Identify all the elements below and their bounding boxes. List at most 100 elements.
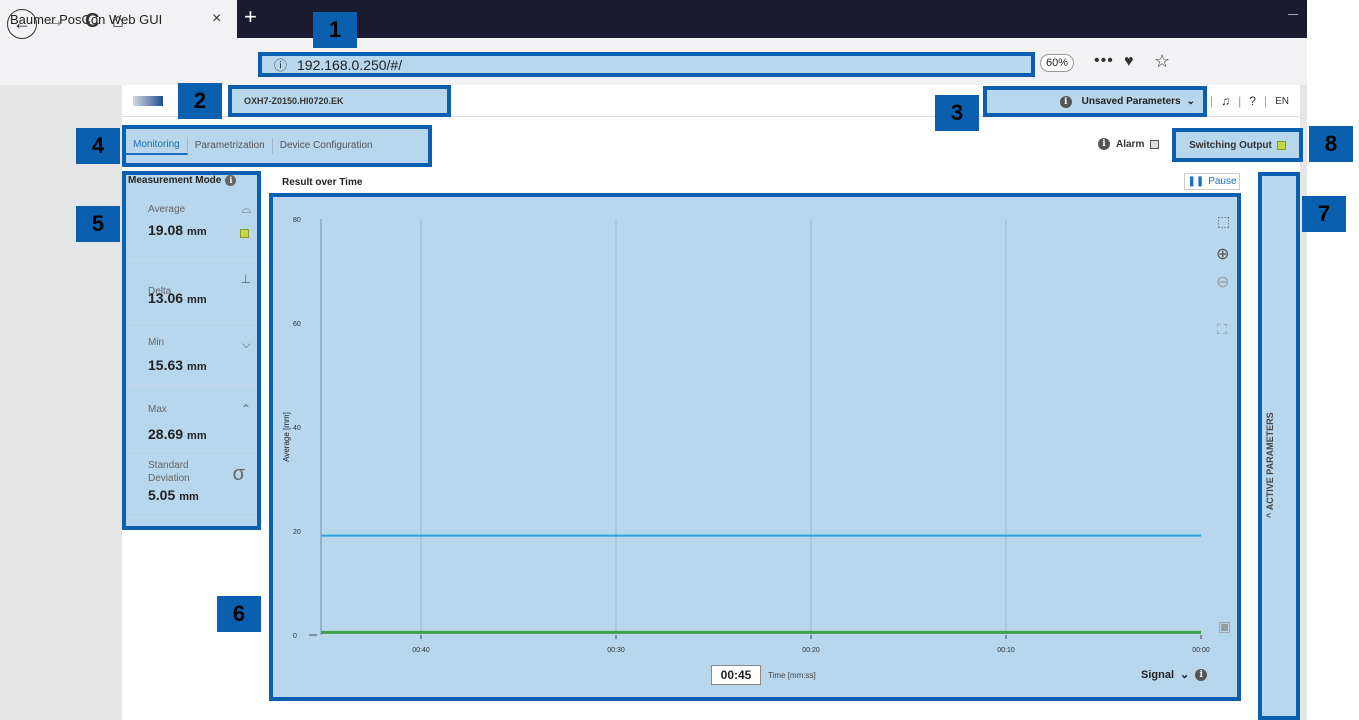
measurement-unit: mm: [187, 430, 207, 442]
x-tick-label: 00:20: [802, 647, 820, 654]
reload-icon[interactable]: C: [85, 10, 99, 33]
callout-badge: 2: [178, 83, 222, 119]
callout-badge: 8: [1309, 126, 1353, 162]
info-icon[interactable]: i: [1195, 668, 1208, 681]
sigma-icon: σ: [232, 463, 245, 485]
x-tick-label: 00:40: [412, 647, 430, 654]
switching-output-indicator: Switching Output: [1172, 128, 1303, 162]
help-icon[interactable]: ?: [1249, 94, 1256, 108]
home-icon[interactable]: ⌂: [112, 10, 124, 33]
chevron-down-icon: ⌄: [1186, 96, 1195, 107]
x-tick-label: 00:30: [607, 647, 625, 654]
back-icon[interactable]: ←: [7, 9, 37, 39]
measurement-label: Max: [148, 404, 167, 415]
callout-badge: 4: [76, 128, 120, 164]
callout-badge: 3: [935, 95, 979, 131]
alarm-indicator: i Alarm: [1098, 138, 1160, 150]
y-tick-label: 60: [293, 321, 301, 328]
pause-label: Pause: [1208, 176, 1237, 187]
chevron-down-icon: ⌄: [1180, 669, 1190, 681]
alarm-status-box: [1150, 139, 1160, 149]
callout-badge: 7: [1302, 196, 1346, 232]
forward-icon[interactable]: →: [45, 10, 65, 33]
measurement-label: Standard Deviation: [148, 460, 190, 484]
page-margin-left: [0, 85, 122, 720]
info-icon: i: [1059, 95, 1072, 108]
alarm-label: Alarm: [1116, 138, 1145, 150]
measurement-value: 13.06: [148, 290, 184, 306]
unsaved-parameters-label: Unsaved Parameters: [1081, 96, 1181, 107]
device-name: OXH7-Z0150.HI0720.EK: [228, 85, 451, 117]
y-tick-label: 80: [293, 217, 301, 224]
bookmark-star-icon[interactable]: ☆: [1154, 51, 1170, 72]
tab-parametrization[interactable]: Parametrization: [188, 138, 273, 154]
language-selector[interactable]: EN: [1275, 96, 1289, 107]
box-zoom-icon[interactable]: ⬚: [1217, 213, 1230, 230]
signal-label: Signal: [1141, 668, 1175, 681]
measurement-unit: mm: [187, 294, 207, 306]
time-axis-label: Time [mm:ss]: [768, 671, 816, 680]
measurement-min[interactable]: Min ⌵ 15.63 mm: [128, 322, 257, 385]
zoom-out-icon[interactable]: ⊖: [1216, 272, 1229, 292]
tab-monitoring[interactable]: Monitoring: [126, 137, 188, 155]
x-tick-label: 00:00: [1192, 647, 1210, 654]
measurement-unit: mm: [179, 491, 199, 503]
delta-icon: ⊥: [240, 272, 251, 286]
window-minimize-icon[interactable]: [1288, 14, 1298, 15]
time-window-readout[interactable]: 00:45: [711, 665, 761, 685]
new-tab-icon[interactable]: +: [244, 4, 257, 30]
measurement-unit: mm: [187, 226, 207, 238]
y-tick-label: 40: [293, 425, 301, 432]
average-icon: ⌓: [241, 202, 252, 216]
info-icon[interactable]: i: [1098, 138, 1110, 150]
y-tick-label: 20: [293, 529, 301, 536]
measurement-max[interactable]: Max ⌃ 28.69 mm: [128, 385, 257, 450]
switching-output-label: Switching Output: [1189, 139, 1272, 151]
measurement-value: 5.05: [148, 487, 176, 503]
site-info-icon[interactable]: ⓘ: [274, 55, 287, 74]
unsaved-parameters-dropdown[interactable]: i Unsaved Parameters ⌄: [983, 86, 1207, 117]
measurement-label: Min: [148, 337, 165, 348]
page-margin-right: [1300, 85, 1307, 720]
zoom-in-icon[interactable]: ⊕: [1216, 244, 1229, 264]
measurement-value: 28.69: [148, 426, 184, 442]
average-led: [240, 229, 249, 238]
url-text: 192.168.0.250/#/: [297, 56, 403, 73]
header-icons: | ♫ | ? | EN: [1210, 94, 1289, 108]
measurement-average[interactable]: Average ⌓ 19.08 mm: [128, 196, 257, 259]
measurement-value: 15.63: [148, 357, 184, 373]
measurement-delta[interactable]: Delta ⊥ 13.06 mm: [128, 259, 257, 322]
pause-button[interactable]: ❚❚ Pause: [1184, 173, 1240, 190]
measurement-mode-title: Measurement Mode i: [128, 175, 237, 186]
measurement-standard-deviation[interactable]: Standard Deviation σ 5.05 mm: [128, 450, 257, 518]
info-icon[interactable]: i: [225, 175, 237, 186]
pocket-icon[interactable]: ♥: [1124, 53, 1134, 71]
url-bar[interactable]: ⓘ 192.168.0.250/#/: [258, 52, 1035, 77]
active-parameters-label[interactable]: ^ ACTIVE PARAMETERS: [1265, 380, 1293, 550]
zoom-level[interactable]: 60%: [1040, 54, 1074, 72]
y-axis-title: Average [mm]: [282, 412, 291, 462]
save-icon[interactable]: ▣: [1218, 618, 1231, 635]
callout-badge: 1: [313, 12, 357, 48]
measurement-value: 19.08: [148, 222, 184, 238]
tab-device-configuration[interactable]: Device Configuration: [273, 138, 380, 154]
measurement-unit: mm: [187, 361, 207, 373]
support-icon[interactable]: ♫: [1221, 94, 1230, 108]
switching-output-led: [1276, 140, 1286, 150]
x-tick-label: 00:10: [997, 647, 1015, 654]
max-icon: ⌃: [240, 402, 251, 416]
signal-dropdown[interactable]: Signal ⌄ i: [1141, 668, 1208, 681]
fit-view-icon[interactable]: ⛶: [1217, 321, 1227, 338]
main-nav-tabs: Monitoring Parametrization Device Config…: [122, 125, 432, 167]
more-actions-icon[interactable]: •••: [1094, 52, 1114, 70]
tab-close-icon[interactable]: ×: [212, 10, 221, 28]
y-tick-label: 0: [293, 633, 297, 640]
callout-badge: 6: [217, 596, 261, 632]
min-icon: ⌵: [241, 337, 251, 351]
pause-icon: ❚❚: [1187, 176, 1205, 187]
measurement-label: Average: [148, 204, 186, 215]
callout-badge: 5: [76, 206, 120, 242]
chart-title: Result over Time: [282, 177, 363, 188]
baumer-logo: [133, 96, 163, 106]
result-over-time-chart[interactable]: 0 20 40 60 80 00:40 00:30 00:20 00:10 00:00 Averag…: [269, 193, 1241, 701]
